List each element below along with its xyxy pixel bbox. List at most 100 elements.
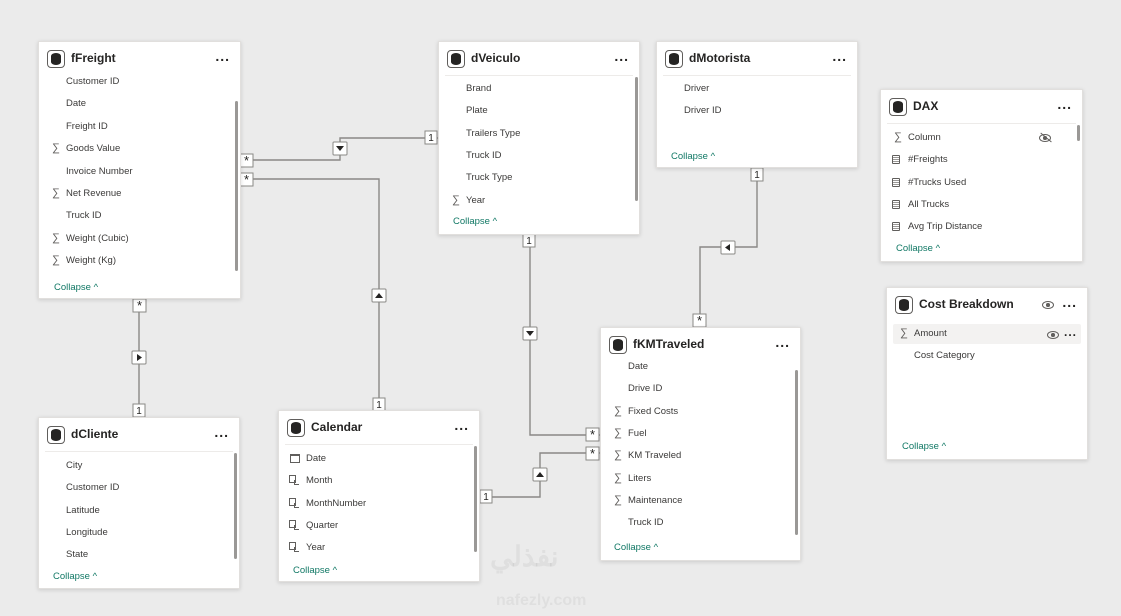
field-row[interactable]: City bbox=[39, 455, 227, 477]
calculator-icon bbox=[892, 155, 900, 165]
field-row[interactable]: Truck ID bbox=[601, 512, 788, 534]
table-card-dmotorista[interactable]: dMotorista ... Collapse ^ Driver Driver I… bbox=[656, 41, 858, 168]
collapse-button[interactable]: Collapse ^ bbox=[54, 282, 98, 293]
field-row[interactable]: All Trucks bbox=[881, 194, 1070, 216]
scrollbar[interactable] bbox=[795, 370, 798, 535]
field-row[interactable]: Month bbox=[279, 470, 467, 492]
field-row[interactable]: Trailers Type bbox=[439, 123, 627, 145]
field-row[interactable]: Date bbox=[601, 356, 788, 378]
table-card-ffreight[interactable]: fFreight ... Collapse ^ Customer ID Date F… bbox=[38, 41, 241, 299]
more-options-icon[interactable]: ... bbox=[1057, 96, 1072, 112]
table-header[interactable]: dMotorista ... bbox=[657, 42, 857, 76]
field-row[interactable]: Quarter bbox=[279, 515, 467, 537]
field-row[interactable]: ∑ KM Traveled bbox=[601, 445, 788, 467]
field-row[interactable]: Plate bbox=[439, 100, 627, 122]
scrollbar[interactable] bbox=[235, 101, 238, 271]
table-card-dcliente[interactable]: dCliente ... Collapse ^ City Customer ID L… bbox=[38, 417, 240, 589]
field-row[interactable]: ∑ Goods Value bbox=[39, 138, 228, 160]
field-row[interactable]: Customer ID bbox=[39, 71, 228, 93]
field-row[interactable]: Truck ID bbox=[439, 145, 627, 167]
field-row[interactable]: Cost Category bbox=[887, 345, 1075, 367]
field-row[interactable]: ∑ Liters bbox=[601, 468, 788, 490]
field-name: Latitude bbox=[66, 504, 100, 516]
field-row[interactable]: MonthNumber bbox=[279, 493, 467, 515]
more-options-icon[interactable]: ... bbox=[832, 48, 847, 64]
more-options-icon[interactable]: ... bbox=[1062, 294, 1077, 310]
field-row[interactable]: State bbox=[39, 544, 227, 566]
more-options-icon[interactable]: ... bbox=[614, 48, 629, 64]
field-name: Drive ID bbox=[628, 383, 663, 395]
more-options-icon[interactable]: ... bbox=[454, 417, 469, 433]
field-row[interactable]: ∑ Fuel bbox=[601, 423, 788, 445]
table-icon bbox=[447, 50, 465, 68]
table-icon bbox=[287, 419, 305, 437]
field-row[interactable]: Drive ID bbox=[601, 378, 788, 400]
field-row[interactable]: Year bbox=[279, 537, 467, 559]
table-title: fFreight bbox=[71, 51, 116, 65]
watermark-url: nafezly.com bbox=[496, 592, 587, 609]
field-row[interactable]: ∑ Weight (Cubic) bbox=[39, 228, 228, 250]
collapse-button[interactable]: Collapse ^ bbox=[902, 441, 946, 452]
sigma-icon: ∑ bbox=[52, 142, 60, 155]
table-header[interactable]: Cost Breakdown ... bbox=[887, 288, 1087, 322]
collapse-button[interactable]: Collapse ^ bbox=[453, 216, 497, 227]
table-header[interactable]: DAX ... bbox=[881, 90, 1082, 124]
table-card-fkmtraveled[interactable]: fKMTraveled ... Collapse ^ Date Drive ID ∑… bbox=[600, 327, 801, 561]
field-row[interactable]: ∑ Fixed Costs bbox=[601, 401, 788, 423]
field-name: Weight (Cubic) bbox=[66, 232, 129, 244]
calculator-icon bbox=[892, 177, 900, 187]
table-header[interactable]: dVeiculo ... bbox=[439, 42, 639, 76]
field-row[interactable]: ∑ Column bbox=[881, 127, 1070, 149]
collapse-button[interactable]: Collapse ^ bbox=[896, 243, 940, 254]
field-row[interactable]: Date bbox=[279, 448, 467, 470]
field-row[interactable]: Customer ID bbox=[39, 477, 227, 499]
field-name: Date bbox=[66, 98, 87, 110]
field-row[interactable]: Truck Type bbox=[439, 167, 627, 189]
table-icon bbox=[665, 50, 683, 68]
field-row[interactable]: ∑ Maintenance bbox=[601, 490, 788, 512]
table-header[interactable]: Calendar ... bbox=[279, 411, 479, 445]
collapse-button[interactable]: Collapse ^ bbox=[53, 571, 97, 582]
more-options-icon[interactable]: ... bbox=[215, 48, 230, 64]
field-row[interactable]: ∑ Net Revenue bbox=[39, 183, 228, 205]
hierarchy-icon bbox=[289, 542, 300, 553]
field-row[interactable]: Longitude bbox=[39, 522, 227, 544]
table-header[interactable]: dCliente ... bbox=[39, 418, 239, 452]
field-row[interactable]: ∑ Weight (Kg) bbox=[39, 250, 228, 272]
field-row[interactable]: Latitude bbox=[39, 500, 227, 522]
table-title: dVeiculo bbox=[471, 51, 521, 65]
field-row[interactable]: Invoice Number bbox=[39, 161, 228, 183]
scrollbar[interactable] bbox=[474, 446, 477, 552]
cardinality-many: * bbox=[137, 298, 142, 313]
table-card-cost-breakdown[interactable]: Cost Breakdown ... ... Collapse ^ ∑ Amoun… bbox=[886, 287, 1088, 460]
field-name: Month bbox=[306, 475, 333, 487]
cardinality-many: * bbox=[244, 172, 249, 187]
collapse-button[interactable]: Collapse ^ bbox=[671, 151, 715, 162]
field-row[interactable]: ∑ Year bbox=[439, 190, 627, 212]
field-row[interactable]: Driver ID bbox=[657, 100, 845, 122]
cardinality-many: * bbox=[697, 313, 702, 328]
scrollbar[interactable] bbox=[635, 77, 638, 201]
more-options-icon[interactable]: ... bbox=[775, 334, 790, 350]
field-name: Invoice Number bbox=[66, 165, 133, 177]
field-row[interactable]: Brand bbox=[439, 78, 627, 100]
field-row[interactable]: #Freights bbox=[881, 149, 1070, 171]
scrollbar[interactable] bbox=[234, 453, 237, 559]
field-row[interactable]: Freight ID bbox=[39, 116, 228, 138]
field-row[interactable]: #Trucks Used bbox=[881, 172, 1070, 194]
field-row[interactable]: ∑ Amount bbox=[887, 323, 1075, 345]
collapse-button[interactable]: Collapse ^ bbox=[614, 542, 658, 553]
field-row[interactable]: Avg Trip Distance bbox=[881, 216, 1070, 238]
field-row[interactable]: Truck ID bbox=[39, 205, 228, 227]
field-name: Fixed Costs bbox=[628, 405, 679, 417]
eye-icon[interactable] bbox=[1042, 301, 1054, 309]
table-card-dax[interactable]: DAX ... Collapse ^ ∑ Column #Freights #Truc… bbox=[880, 89, 1083, 262]
field-row[interactable]: Date bbox=[39, 93, 228, 115]
table-icon bbox=[47, 426, 65, 444]
field-row[interactable]: Driver bbox=[657, 78, 845, 100]
collapse-button[interactable]: Collapse ^ bbox=[293, 565, 337, 576]
more-options-icon[interactable]: ... bbox=[214, 424, 229, 440]
table-card-dveiculo[interactable]: dVeiculo ... Collapse ^ Brand Plate Traile… bbox=[438, 41, 640, 235]
scrollbar[interactable] bbox=[1077, 125, 1080, 141]
table-card-calendar[interactable]: Calendar ... Collapse ^ Date Month MonthNu… bbox=[278, 410, 480, 582]
